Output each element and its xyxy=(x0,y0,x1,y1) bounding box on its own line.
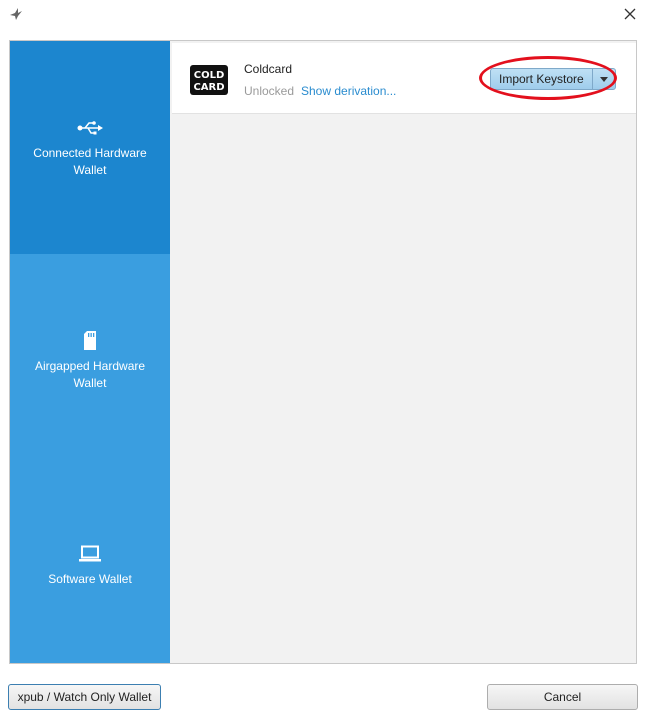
chevron-down-icon[interactable] xyxy=(591,69,615,89)
sparrow-bird-icon xyxy=(8,6,24,22)
show-derivation-link[interactable]: Show derivation... xyxy=(301,84,396,98)
import-keystore-button[interactable]: Import Keystore xyxy=(491,69,592,89)
sidebar-item-label: Airgapped Hardware Wallet xyxy=(34,358,146,390)
usb-icon xyxy=(77,117,103,139)
import-keystore-split-button: Import Keystore xyxy=(490,68,616,90)
sd-card-icon xyxy=(83,330,97,352)
device-list: COLD CARD Coldcard Unlocked Show derivat… xyxy=(170,41,636,663)
close-icon[interactable] xyxy=(620,4,640,24)
title-bar xyxy=(0,0,646,30)
xpub-watch-only-wallet-button[interactable]: xpub / Watch Only Wallet xyxy=(8,684,161,710)
wallet-import-dialog: Connected Hardware Wallet Airgapped Hard… xyxy=(9,40,637,664)
device-row-coldcard: COLD CARD Coldcard Unlocked Show derivat… xyxy=(172,43,636,114)
laptop-icon xyxy=(78,543,102,565)
sidebar-item-connected-hardware-wallet[interactable]: Connected Hardware Wallet xyxy=(10,41,170,254)
sidebar-item-label: Software Wallet xyxy=(48,571,132,586)
sidebar-item-airgapped-hardware-wallet[interactable]: Airgapped Hardware Wallet xyxy=(10,254,170,467)
cancel-button[interactable]: Cancel xyxy=(487,684,638,710)
sidebar-item-software-wallet[interactable]: Software Wallet xyxy=(10,467,170,663)
coldcard-logo: COLD CARD xyxy=(190,65,228,95)
device-name: Coldcard xyxy=(244,62,293,76)
svg-text:COLD: COLD xyxy=(194,70,225,81)
sidebar: Connected Hardware Wallet Airgapped Hard… xyxy=(10,41,170,663)
sidebar-item-label: Connected Hardware Wallet xyxy=(33,145,147,177)
svg-text:CARD: CARD xyxy=(193,82,224,93)
device-status: Unlocked xyxy=(244,84,295,98)
